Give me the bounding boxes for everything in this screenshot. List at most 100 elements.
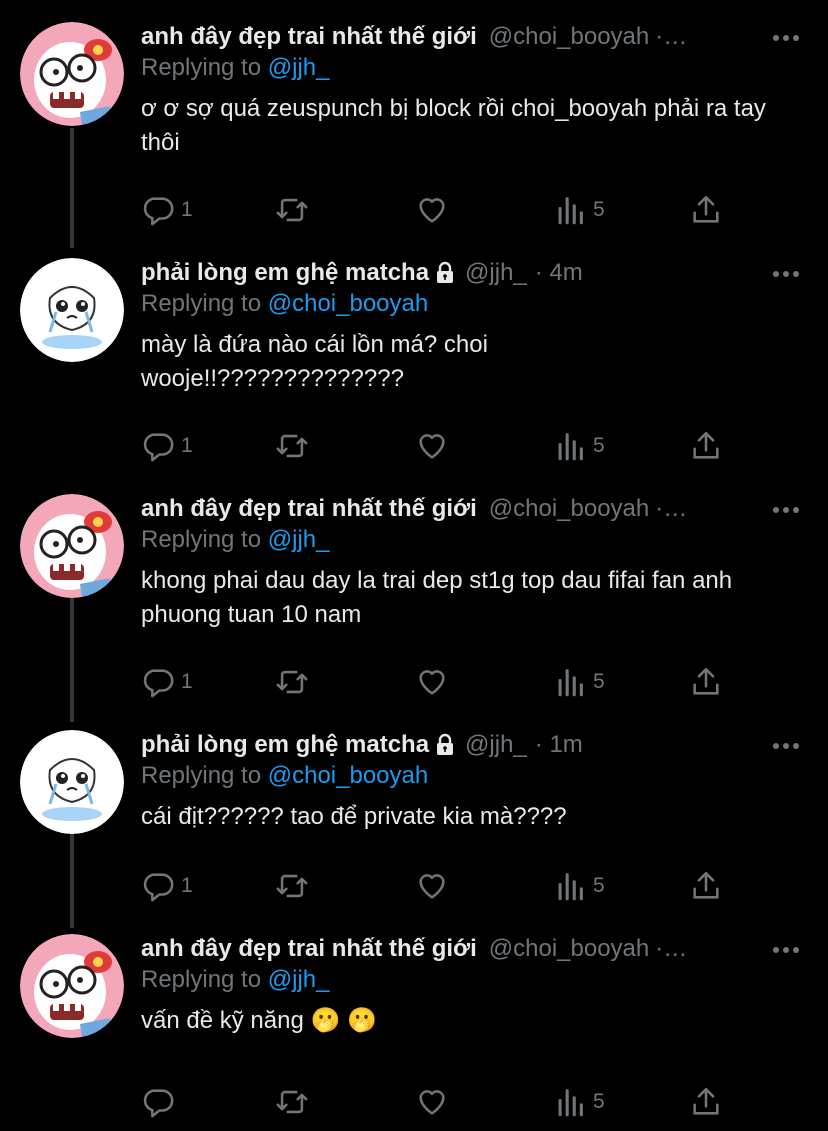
author-handle[interactable]: @choi_booyah [489,495,649,523]
mention-link[interactable]: @jjh_ [268,526,330,553]
like-button[interactable] [415,426,455,466]
reply-count: 1 [181,874,193,897]
like-icon [419,670,445,695]
views-count: 5 [593,874,605,897]
tweet-text: cái địt?????? tao để private kia mà???? [141,803,567,830]
views-button[interactable]: 5 [553,866,605,906]
author-name[interactable]: anh đây đẹp trai nhất thế giới [141,23,477,51]
replying-to: Replying to @choi_booyah [141,762,428,790]
reply-button[interactable]: 1 [141,426,193,466]
reply-icon [143,873,174,902]
avatar[interactable] [20,22,124,126]
author-name[interactable]: phải lòng em ghệ matcha [141,259,429,287]
tweet[interactable]: phải lòng em ghệ matcha @jjh_ · 1m Reply… [0,730,828,910]
retweet-button[interactable] [275,866,315,906]
lock-icon [437,261,454,283]
views-icon [558,1089,583,1117]
share-button[interactable] [689,426,723,466]
more-icon[interactable] [772,262,800,286]
tweet-meta: ·… [655,935,688,962]
tweet[interactable]: anh đây đẹp trai nhất thế giới @choi_boo… [0,494,828,706]
reply-button[interactable]: 1 [141,662,193,702]
retweet-button[interactable] [275,190,315,230]
crying-doodle-avatar-icon [20,258,124,362]
retweet-button[interactable] [275,426,315,466]
tweet-meta: ·… [655,495,688,522]
views-button[interactable]: 5 [553,1082,605,1122]
replying-label: Replying to [141,54,262,81]
retweet-button[interactable] [275,1082,315,1122]
mention-link[interactable]: @choi_booyah [268,762,428,789]
like-button[interactable] [415,866,455,906]
avatar[interactable] [20,730,124,834]
zombie-hellokitty-avatar-icon [20,934,124,1038]
retweet-icon [276,874,308,898]
author-handle[interactable]: @jjh_ [465,731,527,759]
avatar[interactable] [20,494,124,598]
tweet[interactable]: phải lòng em ghệ matcha @jjh_ · 4m Reply… [0,258,828,470]
tweet-actions: 1 5 [141,190,741,230]
like-button[interactable] [415,190,455,230]
reply-icon [143,433,174,462]
tweet[interactable]: anh đây đẹp trai nhất thế giới @choi_boo… [0,22,828,234]
share-icon [693,195,719,223]
share-button[interactable] [689,662,723,702]
more-icon[interactable] [772,734,800,758]
like-button[interactable] [415,1082,455,1122]
replying-label: Replying to [141,966,262,993]
author-name[interactable]: anh đây đẹp trai nhất thế giới [141,495,477,523]
tweet-meta: · 1m [534,731,583,758]
reply-button[interactable]: 1 [141,866,193,906]
reply-button[interactable]: 1 [141,190,193,230]
mention-link[interactable]: @jjh_ [268,966,330,993]
retweet-icon [276,434,308,458]
reply-icon [143,669,174,698]
views-icon [558,197,583,225]
views-count: 5 [593,198,605,221]
share-button[interactable] [689,190,723,230]
avatar[interactable] [20,258,124,362]
share-icon [693,667,719,695]
retweet-icon [276,1090,308,1114]
retweet-button[interactable] [275,662,315,702]
share-button[interactable] [689,1082,723,1122]
author-handle[interactable]: @choi_booyah [489,935,649,963]
share-icon [693,1087,719,1115]
mention-link[interactable]: @jjh_ [268,54,330,81]
like-icon [419,198,445,223]
mention-link[interactable]: @choi_booyah [268,290,428,317]
replying-label: Replying to [141,290,262,317]
views-count: 5 [593,1090,605,1113]
reply-icon [143,197,174,226]
reply-count: 1 [181,434,193,457]
views-button[interactable]: 5 [553,190,605,230]
tweet[interactable]: anh đây đẹp trai nhất thế giới @choi_boo… [0,934,828,1124]
avatar[interactable] [20,934,124,1038]
author-name[interactable]: anh đây đẹp trai nhất thế giới [141,935,477,963]
reply-count: 1 [181,670,193,693]
views-count: 5 [593,670,605,693]
reply-count: 1 [181,198,193,221]
more-icon[interactable] [772,498,800,522]
more-icon[interactable] [772,26,800,50]
views-count: 5 [593,434,605,457]
replying-to: Replying to @jjh_ [141,966,329,994]
tweet-text: vấn đề kỹ năng 🫢 🫢 [141,1007,377,1034]
replying-to: Replying to @choi_booyah [141,290,428,318]
share-button[interactable] [689,866,723,906]
reply-button[interactable] [141,1082,181,1122]
like-icon [419,434,445,459]
author-name[interactable]: phải lòng em ghệ matcha [141,731,429,759]
views-button[interactable]: 5 [553,662,605,702]
share-icon [693,431,719,459]
views-button[interactable]: 5 [553,426,605,466]
author-handle[interactable]: @jjh_ [465,259,527,287]
tweet-actions: 5 [141,1082,741,1122]
zombie-hellokitty-avatar-icon [20,22,124,126]
like-button[interactable] [415,662,455,702]
replying-to: Replying to @jjh_ [141,526,329,554]
zombie-hellokitty-avatar-icon [20,494,124,598]
share-icon [693,871,719,899]
more-icon[interactable] [772,938,800,962]
author-handle[interactable]: @choi_booyah [489,23,649,51]
